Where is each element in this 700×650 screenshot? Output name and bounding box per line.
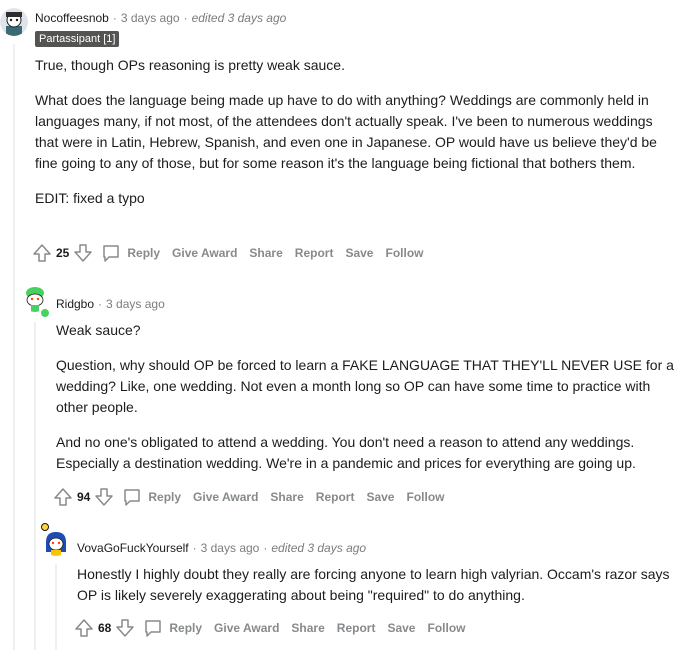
upvote-arrow-icon[interactable] (32, 243, 52, 263)
online-status-dot (40, 308, 50, 318)
upvote-arrow-icon[interactable] (53, 487, 73, 507)
downvote-arrow-icon[interactable] (94, 487, 114, 507)
thread-line-3[interactable] (55, 564, 57, 650)
follow-button[interactable]: Follow (385, 246, 423, 260)
comment-paragraph: EDIT: fixed a typo (35, 190, 145, 206)
vote-count: 94 (77, 490, 91, 504)
give-award-button[interactable]: Give Award (214, 621, 279, 635)
comment-paragraph: And no one's obligated to attend a weddi… (56, 434, 636, 471)
report-button[interactable]: Report (295, 246, 334, 260)
thread-line-2[interactable] (34, 322, 36, 650)
share-button[interactable]: Share (249, 246, 282, 260)
antenna-icon (41, 523, 49, 531)
give-award-button[interactable]: Give Award (172, 246, 237, 260)
reply-label: Reply (127, 246, 161, 260)
comment-actions: 68 Reply Give Award Share Report Save Fo… (74, 618, 465, 638)
share-button[interactable]: Share (291, 621, 324, 635)
comment-paragraph: True, though OPs reasoning is pretty wea… (35, 57, 345, 73)
avatar[interactable] (42, 528, 70, 556)
comment-body: Weak sauce? Question, why should OP be f… (56, 320, 678, 474)
comment-paragraph: Honestly I highly doubt they really are … (77, 566, 670, 603)
comment-paragraph: What does the language being made up hav… (35, 92, 657, 171)
comment-meta: Nocoffeesnob · 3 days ago · edited 3 day… (35, 11, 286, 25)
save-button[interactable]: Save (345, 246, 373, 260)
save-button[interactable]: Save (366, 490, 394, 504)
report-button[interactable]: Report (337, 621, 376, 635)
speech-bubble-icon (101, 243, 121, 263)
username[interactable]: Nocoffeesnob (35, 11, 109, 25)
downvote-arrow-icon[interactable] (73, 243, 93, 263)
downvote-arrow-icon[interactable] (115, 618, 135, 638)
timestamp[interactable]: 3 days ago (106, 297, 165, 311)
separator-dot: · (263, 541, 268, 555)
username[interactable]: Ridgbo (56, 297, 94, 311)
edited-label: edited 3 days ago (191, 11, 287, 25)
save-button[interactable]: Save (387, 621, 415, 635)
timestamp[interactable]: 3 days ago (201, 541, 260, 555)
share-button[interactable]: Share (270, 490, 303, 504)
give-award-button[interactable]: Give Award (193, 490, 258, 504)
reply-label: Reply (148, 490, 182, 504)
timestamp[interactable]: 3 days ago (121, 11, 180, 25)
report-button[interactable]: Report (316, 490, 355, 504)
reply-label: Reply (169, 621, 203, 635)
reply-button[interactable]: Reply (101, 243, 160, 263)
comment-body: True, though OPs reasoning is pretty wea… (35, 55, 675, 209)
comment-meta: VovaGoFuckYourself · 3 days ago · edited… (77, 541, 366, 555)
comment-body: Honestly I highly doubt they really are … (77, 564, 677, 606)
speech-bubble-icon (122, 487, 142, 507)
follow-button[interactable]: Follow (406, 490, 444, 504)
comment-paragraph: Question, why should OP be forced to lea… (56, 357, 674, 415)
comment-meta: Ridgbo · 3 days ago (56, 297, 165, 311)
comment-actions: 25 Reply Give Award Share Report Save Fo… (32, 243, 423, 263)
comment-actions: 94 Reply Give Award Share Report Save Fo… (53, 487, 444, 507)
vote-count: 68 (98, 621, 112, 635)
separator-dot: · (112, 11, 117, 25)
speech-bubble-icon (143, 618, 163, 638)
comment-paragraph: Weak sauce? (56, 322, 141, 338)
avatar[interactable] (0, 8, 28, 36)
user-flair: Partassipant [1] (35, 31, 120, 47)
upvote-arrow-icon[interactable] (74, 618, 94, 638)
thread-line-1[interactable] (13, 44, 15, 650)
username[interactable]: VovaGoFuckYourself (77, 541, 189, 555)
separator-dot: · (192, 541, 197, 555)
reply-button[interactable]: Reply (143, 618, 202, 638)
edited-label: edited 3 days ago (271, 541, 367, 555)
separator-dot: · (183, 11, 188, 25)
follow-button[interactable]: Follow (427, 621, 465, 635)
reply-button[interactable]: Reply (122, 487, 181, 507)
vote-count: 25 (56, 246, 70, 260)
separator-dot: · (98, 297, 103, 311)
